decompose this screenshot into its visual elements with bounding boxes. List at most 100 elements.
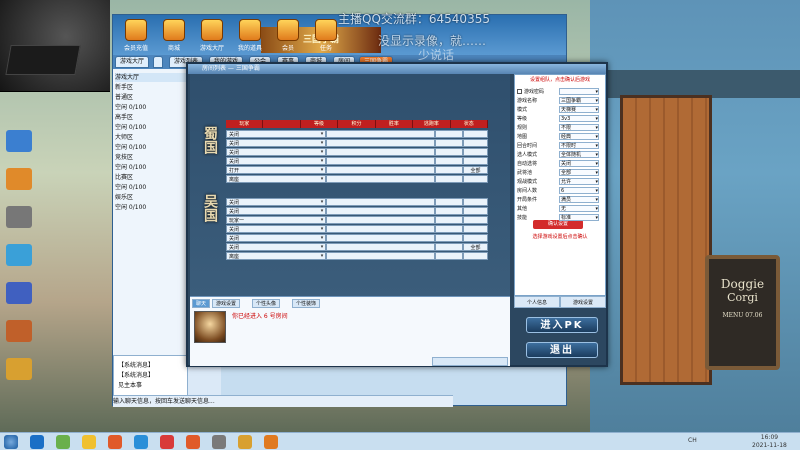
slot-name-cell[interactable]: 关闭 ▾ (226, 157, 326, 165)
settings-select[interactable]: ▾ (559, 88, 599, 95)
room-list-item[interactable]: 空闲 0/100 (115, 203, 186, 212)
settings-select[interactable]: 标准 ▾ (559, 214, 599, 221)
toolbar-app-icon[interactable] (125, 19, 147, 41)
room-chat-tab[interactable]: 聊天 (192, 299, 211, 308)
settings-select[interactable]: 全体随机 ▾ (559, 151, 599, 158)
slot-action-cell[interactable]: 全部 (463, 166, 488, 174)
tab-game-settings[interactable]: 游戏设置 (560, 296, 606, 308)
chevron-down-icon[interactable]: ▾ (319, 199, 325, 205)
slot-action-cell[interactable] (463, 157, 488, 165)
slot-action-cell[interactable] (463, 207, 488, 215)
settings-checkbox[interactable] (517, 89, 522, 94)
player-slot-row[interactable]: 玩家一 ▾ (226, 216, 488, 224)
settings-select[interactable]: 全部 ▾ (559, 169, 599, 176)
player-slot-row[interactable]: 关闭 ▾ (226, 234, 488, 242)
settings-select[interactable]: 无 ▾ (559, 205, 599, 212)
dialog-titlebar[interactable]: 房间列表 — 三国争霸 (188, 64, 606, 74)
slot-name-cell[interactable]: 离座 ▾ (226, 252, 326, 260)
desktop-app-icon[interactable] (6, 282, 32, 304)
slot-action-cell[interactable] (463, 148, 488, 156)
join-pk-button[interactable]: 进入PK (526, 317, 598, 333)
room-list-item[interactable]: 普通区 (115, 93, 186, 102)
player-avatar[interactable] (194, 311, 226, 343)
chevron-down-icon[interactable]: ▾ (319, 176, 325, 182)
taskbar-app-icon[interactable] (186, 435, 200, 449)
slot-name-cell[interactable]: 打开 ▾ (226, 166, 326, 174)
room-list-item[interactable]: 游戏大厅 (115, 73, 186, 82)
slot-name-cell[interactable]: 关闭 ▾ (226, 148, 326, 156)
chevron-down-icon[interactable]: ▾ (319, 253, 325, 259)
chevron-down-icon[interactable]: ▾ (319, 131, 325, 137)
desktop-app-icon[interactable] (6, 244, 32, 266)
player-slot-row[interactable]: 离座 ▾ (226, 175, 488, 183)
chat-toolbar[interactable] (432, 357, 508, 366)
chevron-down-icon[interactable]: ▾ (319, 140, 325, 146)
player-slot-row[interactable]: 离座 ▾ (226, 252, 488, 260)
player-slot-row[interactable]: 关闭 ▾ 全部 (226, 243, 488, 251)
slot-action-cell[interactable] (463, 234, 488, 242)
player-slot-row[interactable]: 关闭 ▾ (226, 198, 488, 206)
chevron-down-icon[interactable]: ▾ (319, 167, 325, 173)
taskbar-app-icon[interactable] (56, 435, 70, 449)
room-list-item[interactable]: 空闲 0/100 (115, 183, 186, 192)
room-list-item[interactable]: 娱乐区 (115, 193, 186, 202)
slot-name-cell[interactable]: 关闭 ▾ (226, 139, 326, 147)
desktop-app-icon[interactable] (6, 168, 32, 190)
room-list-item[interactable]: 空闲 0/100 (115, 143, 186, 152)
slot-action-cell[interactable] (463, 130, 488, 138)
desktop-app-icon[interactable] (6, 206, 32, 228)
room-list-item[interactable]: 新手区 (115, 83, 186, 92)
toolbar-app-icon[interactable] (239, 19, 261, 41)
settings-select[interactable]: 三国争霸 ▾ (559, 97, 599, 104)
toolbar-app-icon[interactable] (277, 19, 299, 41)
client-tab[interactable] (153, 56, 163, 68)
chevron-down-icon[interactable]: ▾ (319, 158, 325, 164)
settings-select[interactable]: 经典 ▾ (559, 133, 599, 140)
chevron-down-icon[interactable]: ▾ (319, 235, 325, 241)
settings-select[interactable]: 天梯赛 ▾ (559, 106, 599, 113)
slot-action-cell[interactable] (463, 175, 488, 183)
taskbar-app-icon[interactable] (212, 435, 226, 449)
toolbar-app-icon[interactable] (163, 19, 185, 41)
taskbar-clock[interactable]: 16:09 2021-11-18 (752, 434, 787, 450)
taskbar-app-icon[interactable] (134, 435, 148, 449)
player-slot-row[interactable]: 打开 ▾ 全部 (226, 166, 488, 174)
slot-name-cell[interactable]: 关闭 ▾ (226, 234, 326, 242)
slot-action-cell[interactable]: 全部 (463, 243, 488, 251)
start-button[interactable] (4, 435, 18, 449)
player-slot-row[interactable]: 关闭 ▾ (226, 225, 488, 233)
slot-name-cell[interactable]: 关闭 ▾ (226, 207, 326, 215)
chevron-down-icon[interactable]: ▾ (319, 149, 325, 155)
chevron-down-icon[interactable]: ▾ (319, 208, 325, 214)
chevron-down-icon[interactable]: ▾ (319, 217, 325, 223)
client-tab[interactable]: 游戏大厅 (115, 56, 150, 68)
desktop-app-icon[interactable] (6, 130, 32, 152)
slot-action-cell[interactable] (463, 198, 488, 206)
room-chat-tab[interactable]: 游戏设置 (212, 299, 241, 308)
chevron-down-icon[interactable]: ▾ (319, 244, 325, 250)
toolbar-app-icon[interactable] (315, 19, 337, 41)
player-slot-row[interactable]: 关闭 ▾ (226, 130, 488, 138)
slot-name-cell[interactable]: 离座 ▾ (226, 175, 326, 183)
slot-action-cell[interactable] (463, 139, 488, 147)
player-slot-row[interactable]: 关闭 ▾ (226, 207, 488, 215)
tray-language[interactable]: CH (688, 437, 697, 444)
room-list-item[interactable]: 空闲 0/100 (115, 123, 186, 132)
desktop-app-icon[interactable] (6, 320, 32, 342)
settings-select[interactable]: 满员 ▾ (559, 196, 599, 203)
slot-name-cell[interactable]: 关闭 ▾ (226, 198, 326, 206)
desktop-app-icon[interactable] (6, 358, 32, 380)
slot-name-cell[interactable]: 关闭 ▾ (226, 243, 326, 251)
slot-action-cell[interactable] (463, 216, 488, 224)
room-list-item[interactable]: 高手区 (115, 113, 186, 122)
settings-select[interactable]: 不限时 ▾ (559, 142, 599, 149)
settings-select[interactable]: 3v3 ▾ (559, 115, 599, 122)
taskbar-app-icon[interactable] (264, 435, 278, 449)
taskbar-app-icon[interactable] (82, 435, 96, 449)
chat-input[interactable]: 输入聊天信息，按回车发送聊天信息... (113, 395, 453, 407)
room-list-item[interactable]: 竞技区 (115, 153, 186, 162)
settings-select[interactable]: 不限 ▾ (559, 124, 599, 131)
tab-personal-info[interactable]: 个人信息 (514, 296, 560, 308)
exit-button[interactable]: 退出 (526, 342, 598, 358)
room-list-item[interactable]: 空闲 0/100 (115, 103, 186, 112)
